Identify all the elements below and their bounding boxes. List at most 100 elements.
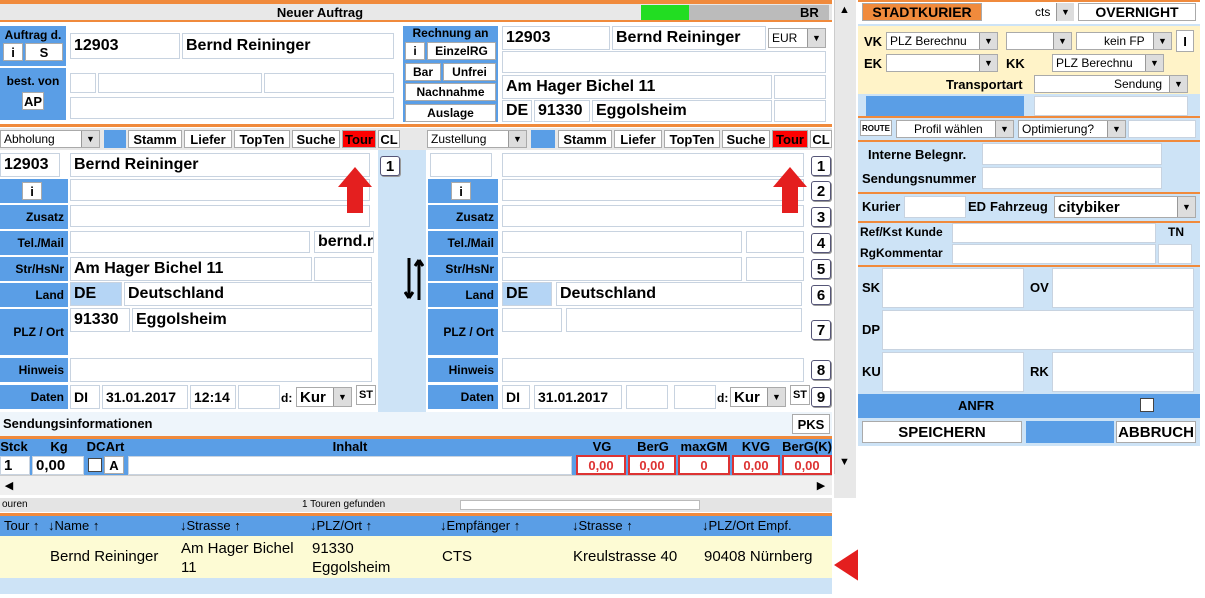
abholung-topten-button[interactable]: TopTen [234,130,290,148]
abholung-plz[interactable]: 91330 [70,308,130,332]
abholung-time[interactable]: 12:14 [190,385,236,409]
inhalt-field[interactable] [128,456,572,475]
zustellung-st-button[interactable]: ST [790,385,810,405]
vk-select[interactable]: PLZ Berechnu ▼ [886,32,998,50]
zustellung-zusatz[interactable] [502,205,804,227]
slot-button-3[interactable]: 3 [811,207,831,227]
dc-checkbox[interactable] [88,458,102,472]
zustellung-country[interactable]: Deutschland [556,282,802,306]
vk-select-2[interactable]: ▼ [1006,32,1072,50]
nachnahme-button[interactable]: Nachnahme [405,83,496,101]
kurier-field[interactable] [904,196,966,218]
abholung-hsnr[interactable] [314,257,372,281]
ap-button[interactable]: AP [22,92,44,110]
slot-button-4[interactable]: 4 [811,233,831,253]
rgk-field[interactable] [952,244,1156,264]
einzelrg-button[interactable]: EinzelRG [427,42,496,60]
bar-button[interactable]: Bar [405,63,441,81]
rk-field[interactable] [1052,352,1194,392]
slot-button-2[interactable]: 2 [811,181,831,201]
ek-select[interactable]: ▼ [886,54,998,72]
best-von-field-1[interactable] [70,73,96,93]
scroll-up-icon[interactable]: ▲ [839,4,850,16]
abholung-date[interactable]: 31.01.2017 [102,385,188,409]
abholung-tel[interactable] [70,231,310,253]
ov-field[interactable] [1052,268,1194,308]
abbruch-button[interactable]: ABBRUCH [1116,421,1196,443]
abholung-hinweis[interactable] [70,358,372,382]
zustellung-liefer-button[interactable]: Liefer [614,130,662,148]
touren-col-plzort[interactable]: ↓PLZ/Ort ↑ [310,518,372,533]
touren-col-name[interactable]: ↓Name ↑ [48,518,99,533]
ref-field[interactable] [952,223,1156,243]
dp-field[interactable] [882,310,1194,350]
rechnung-city[interactable]: Eggolsheim [592,100,772,122]
abholung-tour-button[interactable]: Tour [342,130,376,148]
abholung-street[interactable]: Am Hager Bichel 11 [70,257,312,281]
rechnung-country[interactable]: DE [502,100,532,122]
art-button[interactable]: A [104,456,124,474]
abholung-kur-select[interactable]: Kur ▼ [296,387,352,407]
abholung-city[interactable]: Eggolsheim [132,308,372,332]
stck-field[interactable]: 1 [0,456,30,475]
overnight-button[interactable]: OVERNIGHT [1078,3,1196,21]
zustellung-kur-select[interactable]: Kur ▼ [730,387,786,407]
abholung-name[interactable]: Bernd Reininger [70,153,370,177]
rechnung-number[interactable]: 12903 [502,26,610,50]
auftrag-name[interactable]: Bernd Reininger [182,33,394,59]
speichern-button[interactable]: SPEICHERN [862,421,1022,443]
abholung-select[interactable]: Abholung ▼ [0,130,100,148]
zustellung-plz[interactable] [502,308,562,332]
interne-field[interactable] [982,143,1162,165]
route-button[interactable]: ROUTE [860,120,892,136]
scroll-down-icon[interactable]: ▼ [839,456,850,468]
zustellung-cl-button[interactable]: CL [810,130,832,148]
zustellung-i-button[interactable]: i [451,182,471,200]
touren-col-strasse[interactable]: ↓Strasse ↑ [180,518,241,533]
kg-field[interactable]: 0,00 [32,456,84,475]
abholung-stamm-button[interactable]: Stamm [128,130,182,148]
zustellung-hinweis[interactable] [502,358,804,382]
touren-col-empf[interactable]: ↓Empfänger ↑ [440,518,520,533]
slot-button-8[interactable]: 8 [811,360,831,380]
touren-col-tour[interactable]: Tour ↑ [4,518,39,533]
abholung-time-2[interactable] [238,385,280,409]
pks-button[interactable]: PKS [792,414,830,434]
abholung-suche-button[interactable]: Suche [292,130,340,148]
abholung-liefer-button[interactable]: Liefer [184,130,232,148]
slot-button-6[interactable]: 6 [811,285,831,305]
kein-fp-select[interactable]: kein FP ▼ [1076,32,1172,50]
abholung-number[interactable]: 12903 [0,153,60,177]
abholung-email[interactable]: bernd.r [314,231,374,253]
abholung-cl-button[interactable]: CL [378,130,400,148]
rechnung-i-button[interactable]: i [405,42,425,60]
kk-select[interactable]: PLZ Berechnu ▼ [1052,54,1164,72]
currency-select[interactable]: EUR ▼ [768,28,826,48]
rechnung-city-extra[interactable] [774,100,826,122]
abholung-day[interactable]: DI [70,385,100,409]
abholung-country[interactable]: Deutschland [124,282,372,306]
auslage-button[interactable]: Auslage [405,104,496,122]
zustellung-country-code[interactable]: DE [502,282,552,306]
zustellung-tour-button[interactable]: Tour [772,130,808,148]
scroll-left-icon[interactable]: ◀ [2,478,16,492]
fahrzeug-select[interactable]: citybiker ▼ [1054,196,1196,218]
auftrag-i-button[interactable]: i [3,43,23,61]
abholung-i-button[interactable]: i [22,182,42,200]
abholung-country-code[interactable]: DE [70,282,122,306]
zustellung-suche-button[interactable]: Suche [722,130,770,148]
zustellung-hsnr[interactable] [746,257,804,281]
zustellung-name[interactable] [502,153,804,177]
best-von-field-4[interactable] [70,97,394,119]
table-row[interactable]: Bernd Reininger Am Hager Bichel 11 91330… [0,536,832,578]
tn-field[interactable] [1158,244,1192,264]
v-scrollbar[interactable]: ▲ ▼ [834,0,856,474]
swap-icon[interactable] [403,254,425,304]
abholung-field-2[interactable] [70,179,370,201]
zustellung-email[interactable] [746,231,804,253]
rechnung-plz[interactable]: 91330 [534,100,590,122]
abholung-zusatz[interactable] [70,205,370,227]
auftrag-number[interactable]: 12903 [70,33,180,59]
optimierung-select[interactable]: Optimierung? ▼ [1018,120,1126,138]
abholung-st-button[interactable]: ST [356,385,376,405]
